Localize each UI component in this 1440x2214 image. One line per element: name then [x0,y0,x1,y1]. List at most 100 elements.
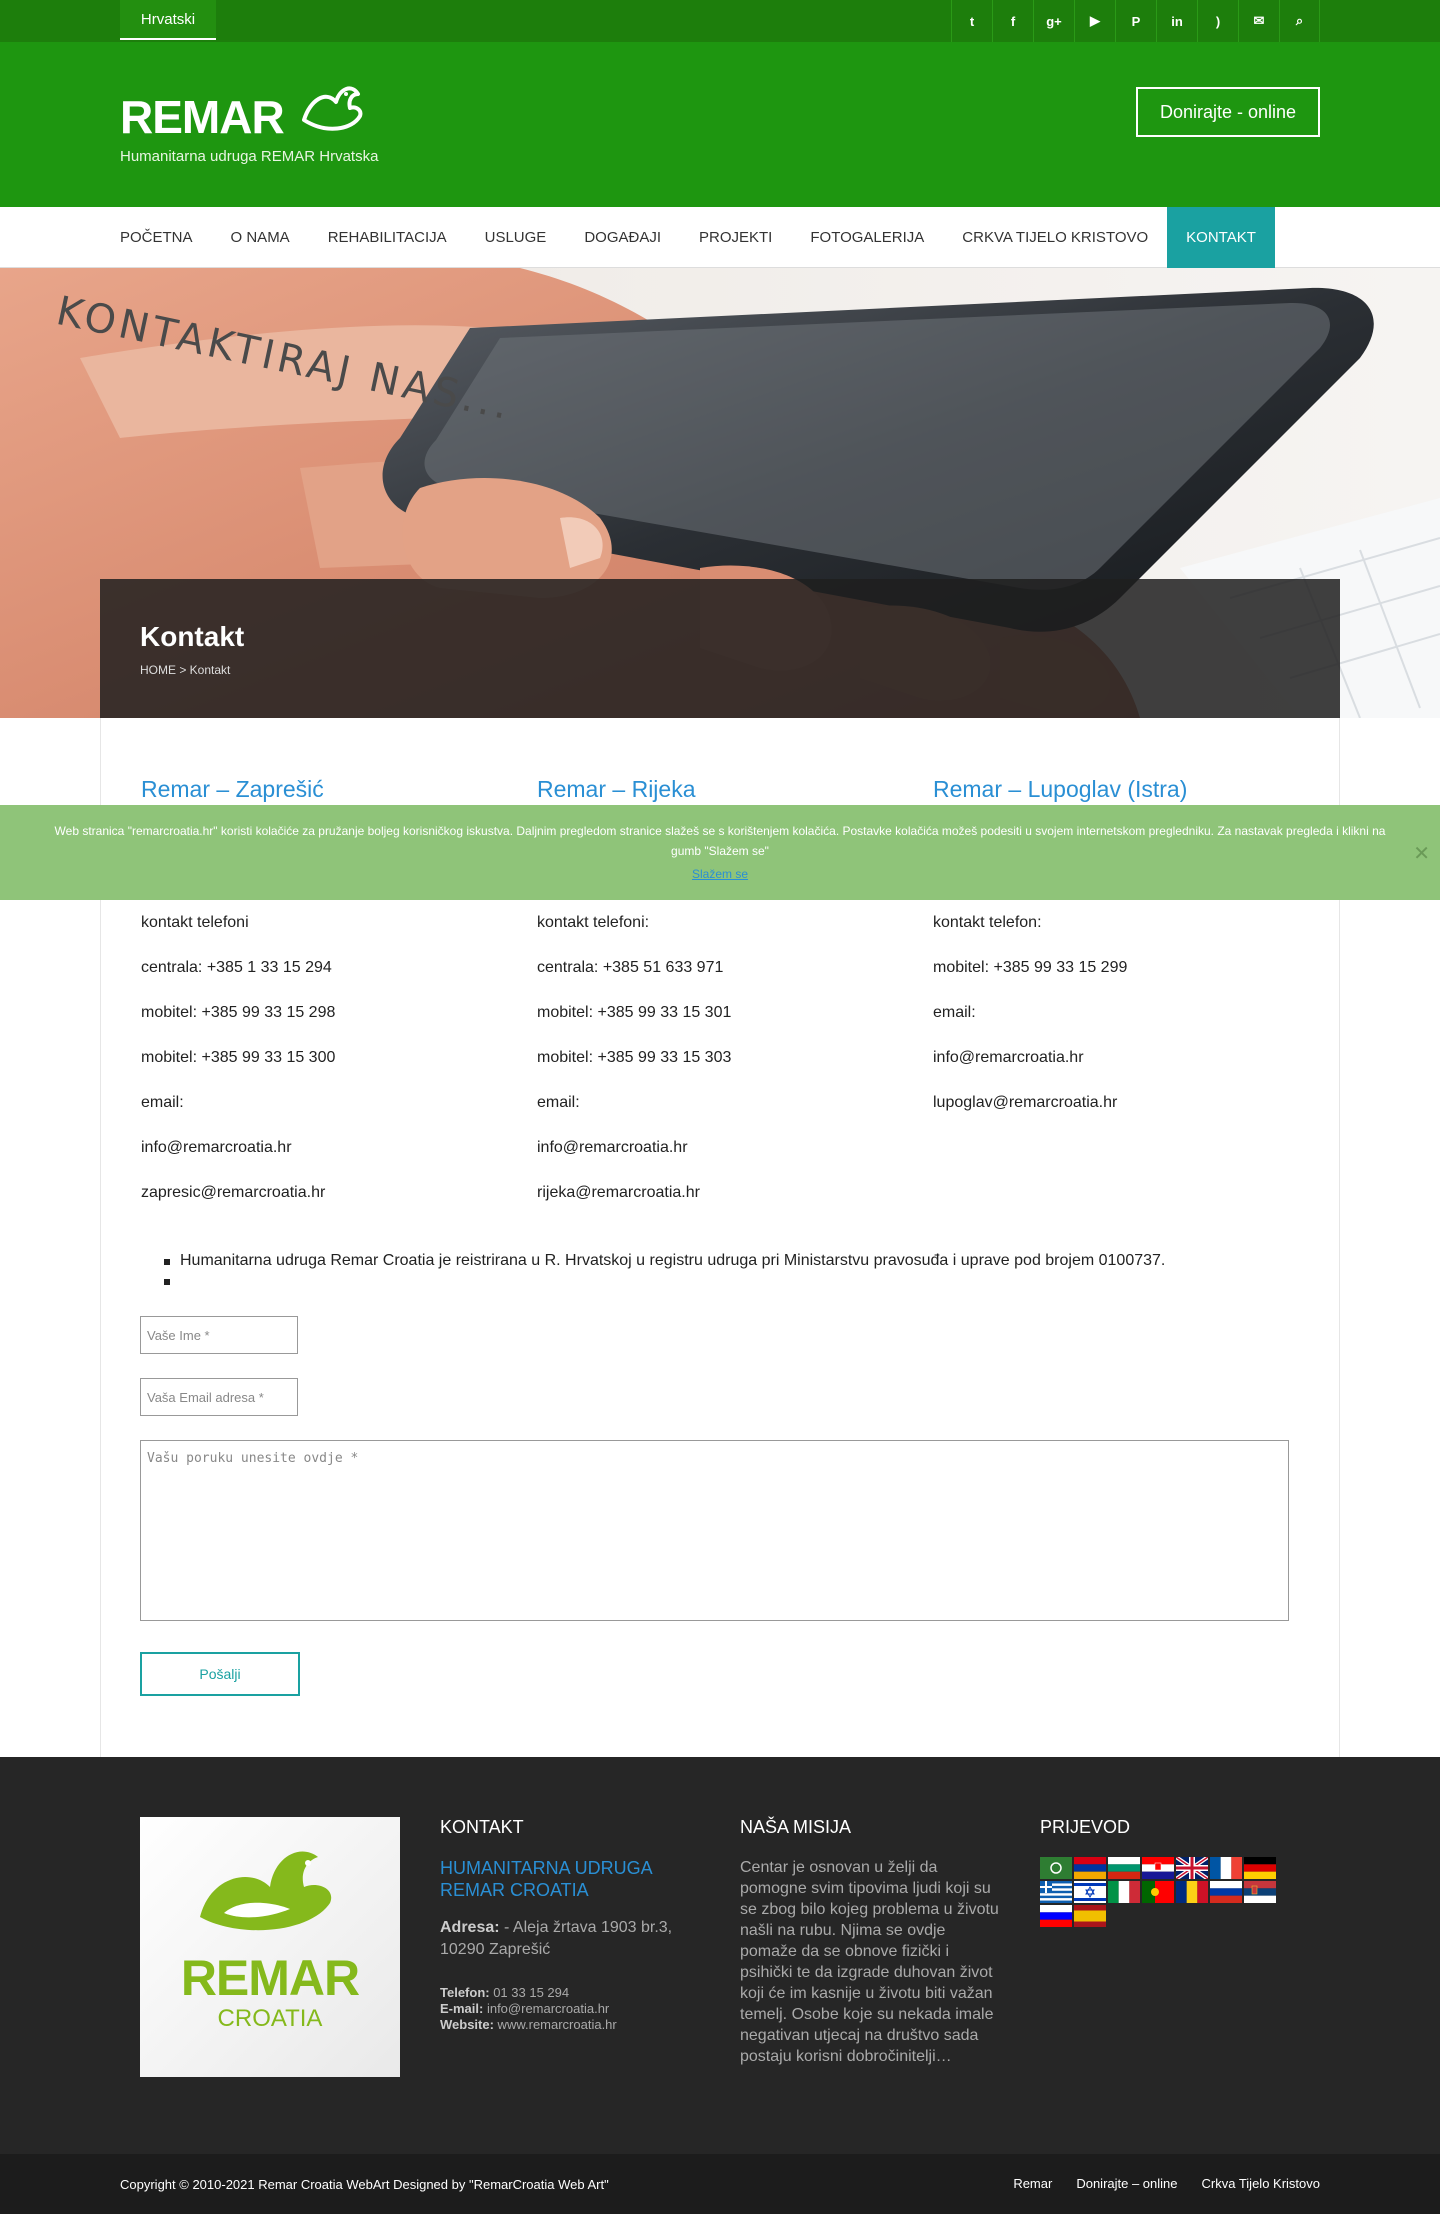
flag-croatia-icon[interactable] [1142,1857,1174,1879]
column-title: Remar – Rijeka [537,776,696,802]
contact-line: email: [933,1004,976,1021]
cookie-accept-link[interactable]: Slažem se [0,867,1440,881]
linkedin-icon[interactable]: in [1156,0,1197,42]
translation-flags [1040,1857,1280,1927]
footer-logo-text: REMAR [180,1950,360,2006]
contact-line: email: [141,1094,184,1111]
contact-line: email: [537,1094,580,1111]
footer-logo-subtext: CROATIA [217,2005,323,2032]
flag-israel-icon[interactable] [1074,1881,1106,1903]
flag-italy-icon[interactable] [1108,1881,1140,1903]
email-link[interactable]: info@remarcroatia.hr [537,1139,688,1157]
footer-mission-text: Centar je osnovan u želji da pomogne svi… [740,1859,999,2065]
column-title: Remar – Lupoglav (Istra) [933,776,1188,802]
flag-spain-icon[interactable] [1074,1905,1106,1927]
contact-line: centrala: +385 1 33 15 294 [141,959,332,976]
nav-item-crkva-tijelo-kristovo[interactable]: CRKVA TIJELO KRISTOVO [943,207,1167,268]
website-value[interactable]: www.remarcroatia.hr [494,2017,617,2032]
footer-org-name: HUMANITARNA UDRUGA REMAR CROATIA [440,1858,652,1900]
dove-icon [200,1851,332,1931]
message-textarea[interactable]: Vašu poruku unesite ovdje * [140,1440,1289,1621]
donate-online-button[interactable]: Donirajte - online [1136,87,1320,137]
footer-translate-heading: PRIJEVOD [1040,1817,1131,1837]
flag-romania-icon[interactable] [1176,1881,1208,1903]
main-navigation: POČETNA O NAMA REHABILITACIJA USLUGE DOGAĐAJ… [0,207,1440,268]
page-title-bar: Kontakt HOME > Kontakt [100,579,1340,718]
language-selector[interactable]: Hrvatski [120,0,216,40]
footer-mission-heading: NAŠA MISIJA [740,1817,852,1837]
bottom-link-donate[interactable]: Donirajte – online [1076,2176,1177,2191]
contact-line: mobitel: +385 99 33 15 298 [141,1004,336,1021]
email-link[interactable]: zapresic@remarcroatia.hr [141,1184,325,1202]
rss-icon[interactable]: ) [1197,0,1238,42]
phone-value: 01 33 15 294 [489,1985,570,2000]
info-bullets: Humanitarna udruga Remar Croatia je reis… [163,1252,1165,1292]
email-link[interactable]: info@remarcroatia.hr [933,1049,1084,1067]
contact-line: mobitel: +385 99 33 15 299 [933,959,1128,976]
site-header: REMAR Humanitarna udruga REMAR Hrvatska … [0,42,1440,207]
contact-line: kontakt telefoni [141,914,249,931]
email-label: E-mail: [440,2001,484,2016]
nav-item-događaji[interactable]: DOGAĐAJI [565,207,680,268]
nav-item-kontakt[interactable]: KONTAKT [1167,207,1275,268]
pinterest-icon[interactable]: P [1115,0,1156,42]
list-item: Humanitarna udruga Remar Croatia je reis… [163,1252,1165,1272]
google-plus-icon[interactable]: g+ [1033,0,1074,42]
flag-portugal-icon[interactable] [1142,1881,1174,1903]
bottom-bar: Copyright © 2010-2021 Remar Croatia WebA… [0,2154,1440,2214]
contact-line: mobitel: +385 99 33 15 300 [141,1049,336,1066]
flag-arabic-icon[interactable] [1040,1857,1072,1879]
flag-russia-icon[interactable] [1210,1881,1242,1903]
cookie-banner: Web stranica "remarcroatia.hr" koristi k… [0,805,1440,900]
flag-germany-icon[interactable] [1244,1857,1276,1879]
youtube-icon[interactable]: ▶ [1074,0,1115,42]
website-label: Website: [440,2017,494,2032]
list-item [163,1272,1165,1292]
site-tagline: Humanitarna udruga REMAR Hrvatska [120,148,379,165]
flag-slovenia-icon[interactable] [1040,1905,1072,1927]
contact-line: kontakt telefoni: [537,914,650,931]
email-field[interactable]: Vaša Email adresa * [140,1378,298,1416]
email-value[interactable]: info@remarcroatia.hr [483,2001,609,2016]
site-footer: REMAR CROATIA KONTAKT HUMANITARNA UDRUGA… [0,1757,1440,2154]
bottom-link-remar[interactable]: Remar [1013,2176,1052,2191]
contact-line: mobitel: +385 99 33 15 303 [537,1049,732,1066]
name-field[interactable]: Vaše Ime * [140,1316,298,1354]
footer-contact-details: Telefon: 01 33 15 294 E-mail: info@remar… [440,1985,617,2033]
nav-item-usluge[interactable]: USLUGE [466,207,566,268]
facebook-icon[interactable]: f [992,0,1033,42]
cookie-text: Web stranica "remarcroatia.hr" koristi k… [54,824,1386,858]
nav-item-fotogalerija[interactable]: FOTOGALERIJA [791,207,943,268]
twitter-icon[interactable]: t [951,0,992,42]
close-icon[interactable]: ✕ [1413,841,1430,866]
footer-address: Adresa: - Aleja žrtava 1903 br.3, 10290 … [440,1917,690,1961]
nav-item-početna[interactable]: POČETNA [101,207,212,268]
nav-items: POČETNA O NAMA REHABILITACIJA USLUGE DOGAĐAJ… [101,207,1275,268]
bottom-links: Remar Donirajte – online Crkva Tijelo Kr… [1013,2176,1320,2191]
flag-armenia-icon[interactable] [1074,1857,1106,1879]
footer-kontakt-heading: KONTAKT [440,1817,524,1837]
flag-bulgaria-icon[interactable] [1108,1857,1140,1879]
flag-greece-icon[interactable] [1040,1881,1072,1903]
mail-icon[interactable]: ✉ [1238,0,1279,42]
email-link[interactable]: rijeka@remarcroatia.hr [537,1184,700,1202]
breadcrumb[interactable]: HOME > Kontakt [140,663,230,677]
top-bar: Hrvatski t f g+ ▶ Pin) ✉ ⌕ [0,0,1440,42]
dove-logo-icon [302,86,363,131]
nav-item-projekti[interactable]: PROJEKTI [680,207,791,268]
bottom-link-church[interactable]: Crkva Tijelo Kristovo [1202,2176,1320,2191]
email-link[interactable]: lupoglav@remarcroatia.hr [933,1094,1117,1112]
nav-item-o-nama[interactable]: O NAMA [212,207,309,268]
contact-line: centrala: +385 51 633 971 [537,959,724,976]
flag-france-icon[interactable] [1210,1857,1242,1879]
send-button[interactable]: Pošalji [140,1652,300,1696]
nav-item-rehabilitacija[interactable]: REHABILITACIJA [309,207,466,268]
address-label: Adresa: [440,1919,500,1936]
flag-serbia-icon[interactable] [1244,1881,1276,1903]
site-logo[interactable]: REMAR [120,90,285,144]
email-link[interactable]: info@remarcroatia.hr [141,1139,292,1157]
page-title: Kontakt [140,621,245,652]
flag-uk-icon[interactable] [1176,1857,1208,1879]
search-icon[interactable]: ⌕ [1279,0,1320,42]
contact-line: mobitel: +385 99 33 15 301 [537,1004,732,1021]
